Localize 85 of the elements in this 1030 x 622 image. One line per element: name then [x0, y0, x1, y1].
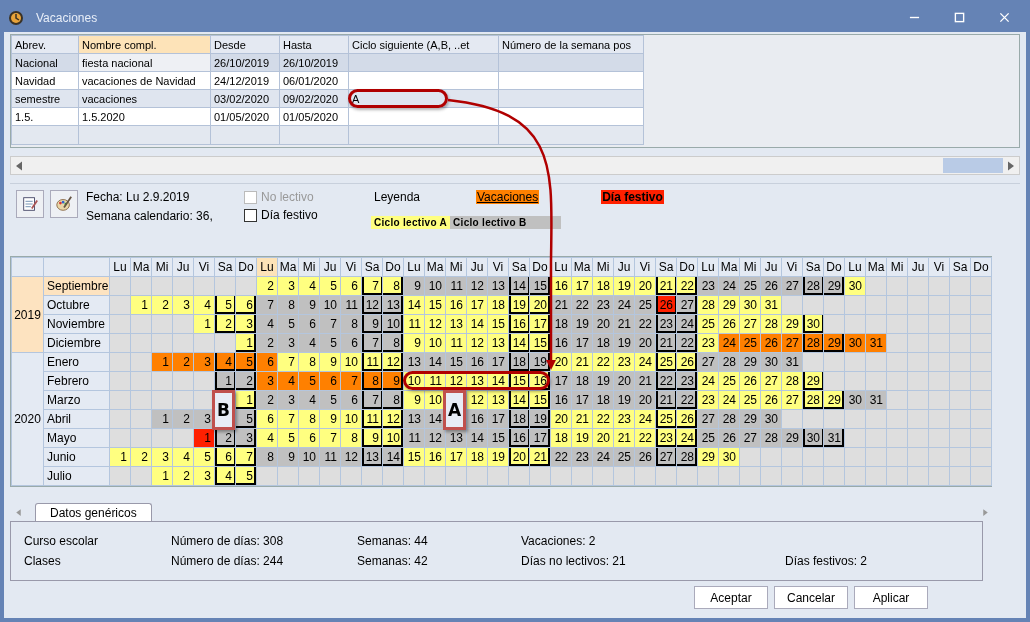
weekday-header: Ju: [907, 257, 929, 277]
weekday-header: Ma: [865, 257, 887, 277]
weekday-header: Ma: [424, 257, 446, 277]
year-label: 2020: [11, 352, 44, 486]
maximize-icon[interactable]: [954, 12, 965, 23]
weekday-header: Vi: [487, 257, 509, 277]
weekday-header: Sa: [802, 257, 824, 277]
weekday-header: Mi: [592, 257, 614, 277]
weekday-header: Lu: [697, 257, 719, 277]
scroll-thumb[interactable]: [943, 158, 1003, 173]
checkbox[interactable]: [244, 208, 257, 222]
weekday-header: Sa: [949, 257, 971, 277]
weekday-header: Ma: [571, 257, 593, 277]
legend-item: Ciclo lectivo B: [450, 216, 562, 229]
notepad-icon[interactable]: [16, 190, 44, 218]
tab[interactable]: Datos genéricos: [35, 503, 152, 521]
weekday-header: Ju: [466, 257, 488, 277]
clock-icon: [8, 9, 24, 26]
stat-value: Número de días: 244: [171, 554, 285, 568]
weekday-header: Mi: [886, 257, 908, 277]
dialog-button[interactable]: Aceptar: [694, 586, 768, 609]
column-header[interactable]: Nombre compl.: [78, 35, 211, 54]
checkbox-label: No lectivo: [261, 190, 314, 204]
weekday-header: Sa: [214, 257, 236, 277]
stat-value: Vacaciones: 2: [521, 534, 597, 548]
weekday-header: Do: [676, 257, 698, 277]
palette-icon[interactable]: [50, 190, 78, 218]
weekday-header: Do: [235, 257, 257, 277]
weekday-header: Vi: [193, 257, 215, 277]
weekday-header: Ju: [172, 257, 194, 277]
horizontal-scrollbar[interactable]: [10, 156, 1020, 175]
weekday-header: Lu: [844, 257, 866, 277]
weekday-header: Ju: [613, 257, 635, 277]
stat-label: Clases: [24, 554, 62, 568]
weekday-header: Vi: [781, 257, 803, 277]
weekday-header: Sa: [508, 257, 530, 277]
weekday-header: Do: [970, 257, 992, 277]
stat-value: Días no lectivos: 21: [521, 554, 627, 568]
weekday-header: Vi: [928, 257, 950, 277]
stat-label: Curso escolar: [24, 534, 100, 548]
weekday-header: Do: [529, 257, 551, 277]
weekday-header: Ma: [277, 257, 299, 277]
left-arrow-icon[interactable]: [14, 508, 23, 517]
stat-value: Días festivos: 2: [785, 554, 869, 568]
stat-value: Semanas: 44: [357, 534, 429, 548]
callout-label: A: [443, 390, 466, 430]
callout-label: B: [212, 390, 235, 430]
stat-value: Semanas: 42: [357, 554, 429, 568]
weekday-header: Ma: [718, 257, 740, 277]
checkbox-label: Día festivo: [261, 208, 318, 222]
close-icon[interactable]: [999, 12, 1010, 23]
column-header[interactable]: Hasta: [279, 35, 349, 54]
weekday-header: Lu: [550, 257, 572, 277]
window-title: Vacaciones: [36, 10, 98, 25]
legend-item: Vacaciones: [476, 190, 540, 204]
weekday-header: Lu: [403, 257, 425, 277]
weekday-header: Ma: [130, 257, 152, 277]
weekday-header: Lu: [256, 257, 278, 277]
weekday-header: Mi: [739, 257, 761, 277]
weekday-header: Mi: [445, 257, 467, 277]
dialog-button[interactable]: Aplicar: [854, 586, 928, 609]
column-header[interactable]: Número de la semana pos: [498, 35, 644, 54]
dialog-button[interactable]: Cancelar: [774, 586, 848, 609]
legend-item: Ciclo lectivo A: [371, 216, 451, 229]
weekday-header: Sa: [361, 257, 383, 277]
stat-value: Número de días: 308: [171, 534, 285, 548]
legend-item: Día festivo: [601, 190, 664, 204]
weekday-header: Sa: [655, 257, 677, 277]
column-header[interactable]: Ciclo siguiente (A,B, ..et: [348, 35, 499, 54]
date-label: Fecha: Lu 2.9.2019: [86, 190, 191, 204]
weekday-header: Ju: [760, 257, 782, 277]
legend-title: Leyenda: [374, 190, 422, 204]
column-header[interactable]: Abrev.: [11, 35, 79, 54]
year-label: 2019: [11, 276, 44, 353]
week-label: Semana calendario: 36,: [86, 209, 214, 223]
weekday-header: Vi: [340, 257, 362, 277]
weekday-header: Mi: [298, 257, 320, 277]
weekday-header: Do: [823, 257, 845, 277]
weekday-header: Vi: [634, 257, 656, 277]
weekday-header: Mi: [151, 257, 173, 277]
weekday-header: Ju: [319, 257, 341, 277]
weekday-header: Do: [382, 257, 404, 277]
column-header[interactable]: Desde: [210, 35, 280, 54]
right-arrow-icon[interactable]: [981, 508, 990, 517]
weekday-header: Lu: [109, 257, 131, 277]
